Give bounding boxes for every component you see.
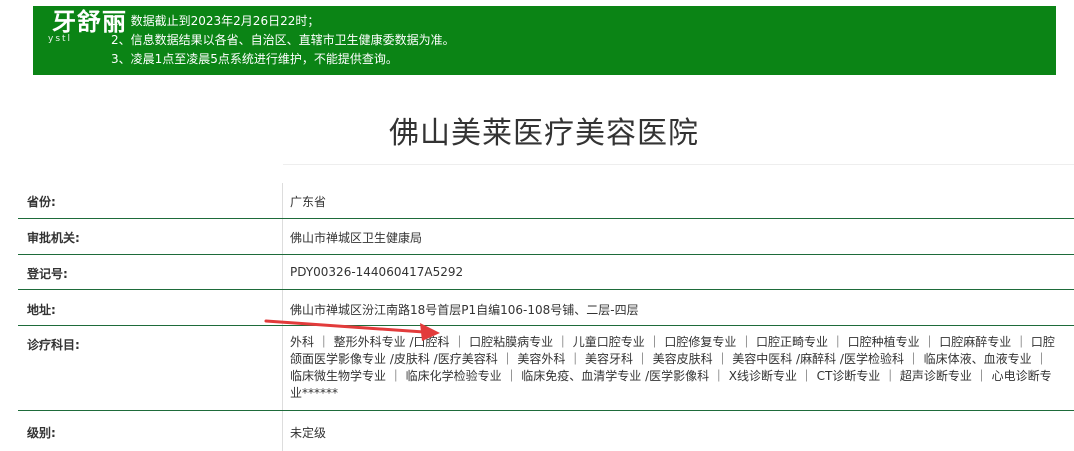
- departments-value: 外科 ｜ 整形外科专业 /口腔科 ｜ 口腔粘膜病专业 ｜ 儿童口腔专业 ｜ 口腔…: [290, 335, 1055, 400]
- column-divider: [282, 219, 283, 254]
- column-divider: [282, 183, 283, 218]
- column-divider: [282, 411, 283, 451]
- province-value: 广东省: [290, 195, 327, 209]
- notice-line-1: 1、数据截止到2023年2月26日22时；: [111, 14, 320, 28]
- notice-banner: 1、数据截止到2023年2月26日22时； 2、信息数据结果以各省、自治区、直辖…: [33, 6, 1056, 75]
- row-province: 省份: 广东省: [18, 183, 1074, 219]
- row-registration: 登记号: PDY00326-144060417A5292: [18, 255, 1074, 290]
- row-level: 级别: 未定级: [18, 411, 1074, 451]
- authority-label: 审批机关:: [27, 231, 80, 245]
- departments-label: 诊疗科目:: [27, 338, 80, 352]
- level-value: 未定级: [290, 426, 327, 440]
- level-label: 级别:: [27, 426, 56, 440]
- row-departments: 诊疗科目: 外科 ｜ 整形外科专业 /口腔科 ｜ 口腔粘膜病专业 ｜ 儿童口腔专…: [18, 326, 1074, 411]
- watermark-text: 牙舒丽: [52, 7, 127, 36]
- page-root: 1、数据截止到2023年2月26日22时； 2、信息数据结果以各省、自治区、直辖…: [0, 0, 1074, 451]
- column-divider: [282, 255, 283, 289]
- title-divider: [283, 164, 1074, 165]
- page-title: 佛山美莱医疗美容医院: [389, 116, 699, 151]
- registration-value: PDY00326-144060417A5292: [290, 265, 464, 279]
- tooth-logo-icon: ♘: [4, 4, 28, 34]
- row-address: 地址: 佛山市禅城区汾江南路18号首层P1自编106-108号铺、二层-四层: [18, 290, 1074, 326]
- authority-value: 佛山市禅城区卫生健康局: [290, 231, 423, 245]
- watermark-logo: ♘ 牙舒丽 ystl: [0, 0, 140, 52]
- red-arrow-icon: [264, 319, 440, 341]
- address-value: 佛山市禅城区汾江南路18号首层P1自编106-108号铺、二层-四层: [290, 303, 639, 317]
- watermark-subtext: ystl: [48, 34, 73, 44]
- notice-line-2: 2、信息数据结果以各省、自治区、直辖市卫生健康委数据为准。: [111, 33, 455, 47]
- province-label: 省份:: [27, 195, 56, 209]
- registration-label: 登记号:: [27, 267, 68, 281]
- row-authority: 审批机关: 佛山市禅城区卫生健康局: [18, 219, 1074, 255]
- address-label: 地址:: [27, 303, 56, 317]
- notice-line-3: 3、凌晨1点至凌晨5点系统进行维护，不能提供查询。: [111, 52, 398, 66]
